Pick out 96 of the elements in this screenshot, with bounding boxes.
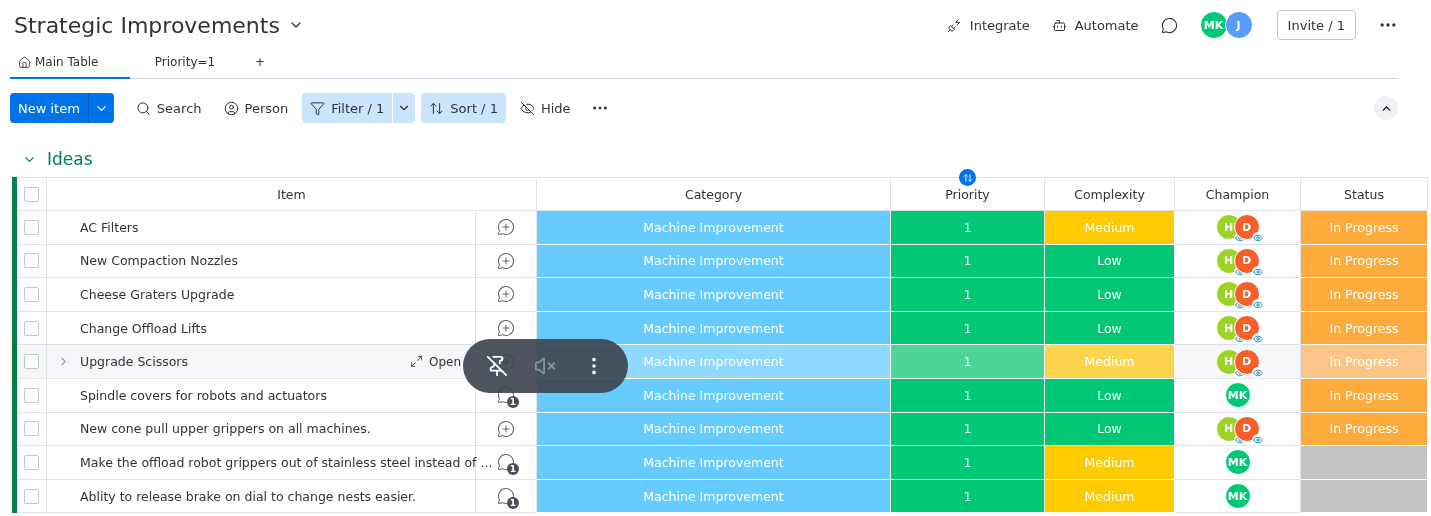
checkbox[interactable] [24, 253, 39, 269]
add-update-icon[interactable] [497, 285, 515, 304]
category-label[interactable]: Machine Improvement [537, 211, 891, 245]
open-button[interactable]: Open [409, 354, 461, 369]
category-label[interactable]: Machine Improvement [537, 412, 891, 447]
status-label[interactable]: In Progress [1301, 311, 1428, 346]
complexity-label[interactable]: Low [1045, 378, 1175, 413]
board-title: Strategic Improvements [14, 12, 280, 38]
chat-icon[interactable] [1160, 16, 1178, 34]
priority-label[interactable]: 1 [891, 378, 1045, 413]
mute-icon[interactable] [534, 355, 557, 377]
unpin-icon[interactable] [486, 355, 509, 377]
robot-icon [1051, 17, 1067, 33]
filter-icon [310, 100, 326, 116]
plug-icon [946, 17, 962, 33]
complexity-label[interactable]: Low [1045, 244, 1175, 279]
add-update-icon[interactable] [497, 218, 515, 237]
column-header[interactable]: Complexity [1074, 186, 1145, 202]
avatar[interactable]: MK [1199, 11, 1228, 39]
person-icon [223, 100, 239, 116]
priority-label[interactable]: 1 [891, 278, 1045, 312]
complexity-label[interactable]: Medium [1045, 345, 1175, 379]
category-label[interactable]: Machine Improvement [537, 278, 891, 312]
priority-label[interactable]: 1 [891, 479, 1045, 514]
avatar[interactable]: MK [1224, 449, 1251, 476]
view-tab[interactable]: + [240, 55, 280, 79]
checkbox[interactable] [24, 387, 39, 403]
item-name[interactable]: Make the offload robot grippers out of stainless steel instead of ... [80, 454, 493, 470]
status-label[interactable]: In Progress [1301, 412, 1428, 447]
priority-label[interactable]: 1 [891, 311, 1045, 346]
item-name[interactable]: AC Filters [80, 219, 139, 235]
search-icon [135, 100, 151, 116]
checkbox[interactable] [24, 320, 39, 336]
status-label[interactable] [1301, 446, 1428, 480]
status-label[interactable]: In Progress [1301, 211, 1428, 245]
status-label[interactable]: In Progress [1301, 378, 1428, 413]
column-header[interactable]: Item [277, 186, 306, 202]
status-label[interactable] [1301, 479, 1428, 514]
item-name[interactable]: Cheese Graters Upgrade [80, 287, 235, 302]
item-name[interactable]: Ablity to release brake on dial to change nests easier. [80, 488, 417, 504]
avatar[interactable]: MK [1224, 382, 1251, 409]
complexity-label[interactable]: Medium [1045, 446, 1175, 480]
category-label[interactable]: Machine Improvement [537, 446, 891, 480]
checkbox[interactable] [24, 186, 39, 202]
item-name[interactable]: New cone pull upper grippers on all machines. [80, 421, 371, 437]
view-tab[interactable]: Priority=1 [130, 55, 240, 79]
avatar[interactable]: MK [1224, 483, 1251, 510]
complexity-label[interactable]: Low [1045, 311, 1175, 346]
hide-button[interactable]: Hide [511, 93, 579, 123]
checkbox[interactable] [24, 454, 39, 470]
column-header[interactable]: Priority [945, 186, 990, 202]
status-label[interactable]: In Progress [1301, 244, 1428, 279]
column-header[interactable]: Category [684, 186, 743, 202]
priority-label[interactable]: 1 [891, 446, 1045, 480]
search-button[interactable]: Search [127, 93, 210, 123]
sort-button[interactable]: Sort / 1 [421, 93, 506, 123]
checkbox[interactable] [24, 354, 39, 370]
category-label[interactable]: Machine Improvement [537, 311, 891, 346]
avatar[interactable]: J [1224, 11, 1253, 39]
sort-icon[interactable] [959, 169, 976, 186]
add-update-icon[interactable] [497, 251, 515, 270]
view-tab[interactable]: Main Table [10, 55, 130, 79]
invite-button[interactable]: Invite / 1 [1276, 10, 1356, 40]
group-title[interactable]: Ideas [47, 149, 93, 169]
category-label[interactable]: Machine Improvement [537, 479, 891, 514]
checkbox[interactable] [24, 219, 39, 235]
complexity-label[interactable]: Medium [1045, 211, 1175, 245]
checkbox[interactable] [24, 421, 39, 437]
item-name[interactable]: Upgrade Scissors [80, 354, 189, 370]
column-header[interactable]: Champion [1205, 186, 1270, 202]
checkbox[interactable] [24, 287, 39, 302]
priority-label[interactable]: 1 [891, 244, 1045, 279]
collapse-button[interactable] [1374, 96, 1398, 120]
add-update-icon[interactable] [497, 419, 515, 438]
automate-button[interactable]: Automate [1051, 17, 1139, 33]
person-button[interactable]: Person [215, 93, 297, 123]
status-label[interactable]: In Progress [1301, 345, 1428, 379]
add-update-icon[interactable] [497, 319, 515, 338]
category-label[interactable]: Machine Improvement [537, 244, 891, 279]
checkbox[interactable] [24, 488, 39, 504]
priority-label[interactable]: 1 [891, 412, 1045, 447]
item-name[interactable]: Spindle covers for robots and actuators [80, 387, 327, 403]
complexity-label[interactable]: Low [1045, 278, 1175, 312]
priority-label[interactable]: 1 [891, 211, 1045, 245]
item-name[interactable]: New Compaction Nozzles [80, 253, 238, 269]
sort-icon [429, 100, 445, 116]
item-name[interactable]: Change Offload Lifts [80, 320, 207, 336]
priority-label[interactable]: 1 [891, 345, 1045, 379]
column-header[interactable]: Status [1344, 186, 1384, 202]
complexity-label[interactable]: Low [1045, 412, 1175, 447]
eye-off-icon [519, 100, 535, 116]
complexity-label[interactable]: Medium [1045, 479, 1175, 514]
expand-arrows-icon [409, 355, 423, 369]
integrate-button[interactable]: Integrate [946, 17, 1030, 33]
home-icon [18, 55, 31, 69]
status-label[interactable]: In Progress [1301, 278, 1428, 312]
